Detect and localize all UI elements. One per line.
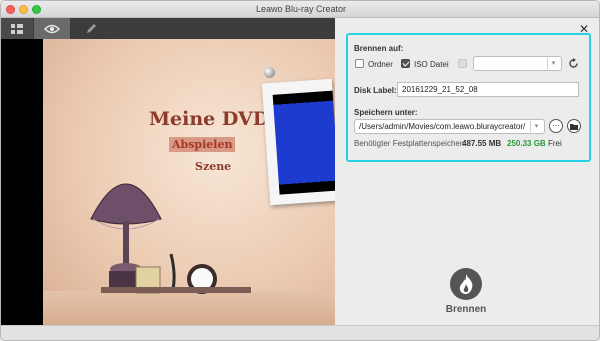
- menu-preview: Meine DVD Abspielen Szene: [1, 39, 335, 325]
- burn-button[interactable]: Brennen: [441, 268, 493, 320]
- edit-pencil-button[interactable]: [71, 18, 111, 39]
- space-free-value: 250.33 GB: [507, 139, 546, 148]
- window-title: Leawo Blu-ray Creator: [255, 4, 347, 14]
- space-required-value: 487.55 MB: [462, 139, 502, 148]
- eye-icon: [44, 24, 60, 33]
- folder-icon: [570, 124, 578, 130]
- save-path-select[interactable]: /Users/admin/Movies/com.leawo.bluraycrea…: [354, 119, 545, 134]
- photo-frame-decoration: [261, 78, 335, 206]
- drive-select[interactable]: ▾: [473, 56, 562, 71]
- drive-checkbox[interactable]: [458, 59, 467, 68]
- pencil-icon: [87, 23, 96, 33]
- menu-play-item[interactable]: Abspielen: [169, 137, 236, 152]
- menu-title: Meine DVD: [149, 108, 270, 130]
- save-path-value: /Users/admin/Movies/com.leawo.bluraycrea…: [359, 122, 526, 131]
- folder-checkbox[interactable]: [355, 59, 364, 68]
- chevron-down-icon: ▾: [530, 121, 542, 132]
- lamp-and-clock-decoration: [90, 183, 251, 294]
- grid-icon: [11, 23, 23, 34]
- burn-to-label: Brennen auf:: [354, 44, 404, 53]
- save-to-label: Speichern unter:: [354, 108, 418, 117]
- status-bar: [1, 325, 599, 340]
- burn-label: Brennen: [445, 304, 487, 315]
- title-bar: Leawo Blu-ray Creator: [1, 1, 599, 18]
- open-folder-icon[interactable]: [567, 119, 581, 133]
- preview-toolbar: [1, 18, 335, 39]
- space-required-label: Benötigter Festplattenspeicher:: [354, 139, 465, 148]
- refresh-icon[interactable]: [568, 58, 579, 69]
- iso-file-checkbox[interactable]: [401, 59, 410, 68]
- template-grid-button[interactable]: [1, 18, 33, 39]
- disk-label-label: Disk Label:: [354, 86, 397, 95]
- fire-icon: [450, 268, 482, 300]
- preview-eye-button[interactable]: [34, 18, 70, 39]
- burn-settings-panel: Brennen auf: Ordner ISO Datei ▾ Disk Lab…: [346, 33, 591, 162]
- preview-letterbox: [1, 39, 43, 325]
- iso-option-label: ISO Datei: [414, 60, 449, 69]
- browse-more-icon[interactable]: ···: [549, 119, 563, 133]
- video-thumbnail: [272, 90, 335, 195]
- menu-scene-item[interactable]: Szene: [195, 160, 231, 173]
- folder-option-label: Ordner: [368, 60, 393, 69]
- space-free-label: Frei: [548, 139, 562, 148]
- pin-decoration: [264, 67, 275, 78]
- app-window: Leawo Blu-ray Creator Meine DVD Abspiele…: [0, 0, 600, 341]
- chevron-down-icon: ▾: [547, 58, 559, 69]
- disk-label-input[interactable]: 20161229_21_52_08: [397, 82, 579, 97]
